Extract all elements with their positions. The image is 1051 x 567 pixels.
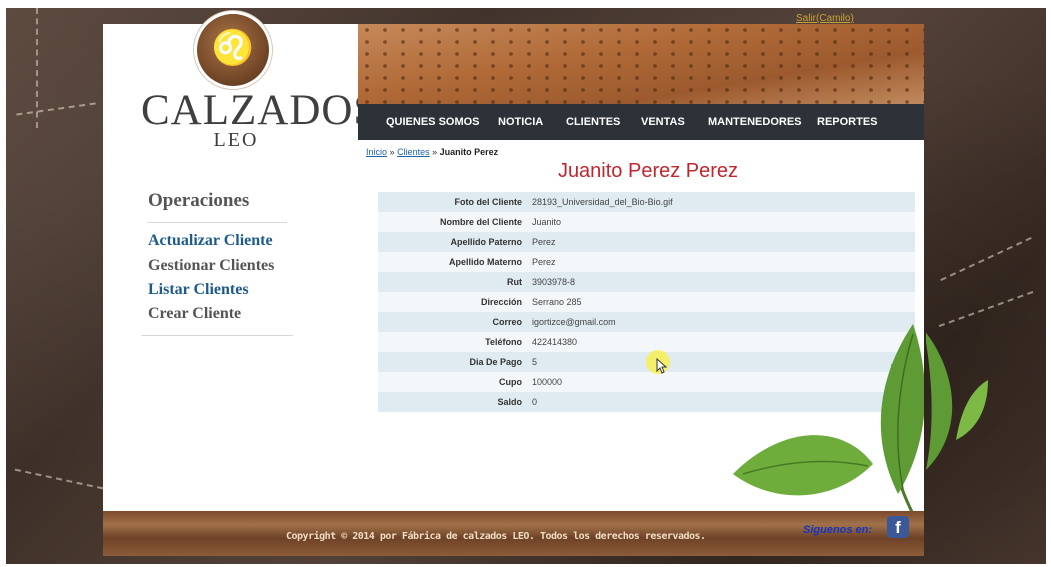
- sidebar-link-gestionar-clientes[interactable]: Gestionar Clientes: [148, 257, 274, 275]
- breadcrumb-clientes[interactable]: Clientes: [397, 147, 430, 157]
- table-row: Apellido Paterno Perez: [378, 232, 915, 252]
- logo-text: CALZADOS: [141, 87, 379, 134]
- follow-label: Siguenos en:: [803, 524, 873, 536]
- table-row: Foto del Cliente 28193_Universidad_del_Bi…: [378, 192, 915, 212]
- page-title: Juanito Perez Perez: [557, 160, 739, 182]
- sidebar-link-crear-cliente[interactable]: Crear Cliente: [148, 305, 241, 323]
- copyright-text: Copyright © 2014 por Fábrica de calzados…: [286, 531, 706, 542]
- nav-reportes[interactable]: REPORTES: [817, 104, 878, 140]
- sidebar-link-actualizar-cliente[interactable]: Actualizar Cliente: [148, 232, 273, 250]
- field-label: Apellido Materno: [448, 257, 522, 267]
- field-label: Dirección: [480, 297, 522, 307]
- field-value: Serrano 285: [532, 297, 582, 307]
- breadcrumb: Inicio » Clientes » Juanito Perez: [366, 147, 498, 157]
- main-nav: QUIENES SOMOS NOTICIA CLIENTES VENTAS MA…: [358, 104, 924, 140]
- field-label: Dia De Pago: [469, 357, 522, 367]
- nav-quienes-somos[interactable]: QUIENES SOMOS: [386, 104, 480, 140]
- lion-logo: ♌: [197, 14, 269, 86]
- field-label: Apellido Paterno: [450, 237, 522, 247]
- nav-noticia[interactable]: NOTICIA: [498, 104, 543, 140]
- nav-ventas[interactable]: VENTAS: [641, 104, 685, 140]
- table-row: Nombre del Cliente Juanito: [378, 212, 915, 232]
- header-banner: [358, 24, 924, 104]
- sidebar-divider: [147, 222, 287, 223]
- leaf-overflow-decoration: [926, 332, 988, 470]
- field-value: Perez: [532, 257, 556, 267]
- breadcrumb-separator: »: [432, 147, 438, 157]
- field-label: Nombre del Cliente: [439, 217, 522, 227]
- field-value: 3903978-8: [532, 277, 576, 287]
- nav-mantenedores[interactable]: MANTENEDORES: [708, 104, 802, 140]
- main-page: ♌ CALZADOS LEO QUIENES SOMOS NOTICIA CLI…: [103, 14, 924, 556]
- table-row: Dirección Serrano 285: [378, 292, 915, 312]
- footer: Copyright © 2014 por Fábrica de calzados…: [103, 511, 924, 556]
- field-value: Juanito: [532, 217, 562, 227]
- field-label: Foto del Cliente: [454, 197, 523, 207]
- field-label: Rut: [507, 277, 522, 287]
- sidebar-divider: [141, 335, 293, 336]
- breadcrumb-inicio[interactable]: Inicio: [366, 147, 387, 157]
- leaves-decoration: [733, 324, 924, 514]
- table-row: Apellido Materno Perez: [378, 252, 915, 272]
- logout-link[interactable]: Salir(Camilo): [796, 13, 854, 24]
- field-value: Perez: [532, 237, 556, 247]
- sidebar-heading: Operaciones: [148, 190, 250, 211]
- logo-subtext: LEO: [213, 129, 259, 151]
- breadcrumb-separator: »: [389, 147, 395, 157]
- breadcrumb-current: Juanito Perez: [439, 147, 499, 157]
- field-label: Correo: [492, 317, 522, 327]
- field-value: 28193_Universidad_del_Bio-Bio.gif: [532, 197, 673, 207]
- facebook-icon[interactable]: f: [887, 516, 909, 538]
- field-label: Saldo: [497, 397, 522, 407]
- mouse-cursor-icon: [656, 358, 668, 374]
- sidebar-link-listar-clientes[interactable]: Listar Clientes: [148, 281, 249, 299]
- field-label: Teléfono: [485, 337, 522, 347]
- nav-clientes[interactable]: CLIENTES: [566, 104, 620, 140]
- field-label: Cupo: [499, 377, 522, 387]
- table-row: Rut 3903978-8: [378, 272, 915, 292]
